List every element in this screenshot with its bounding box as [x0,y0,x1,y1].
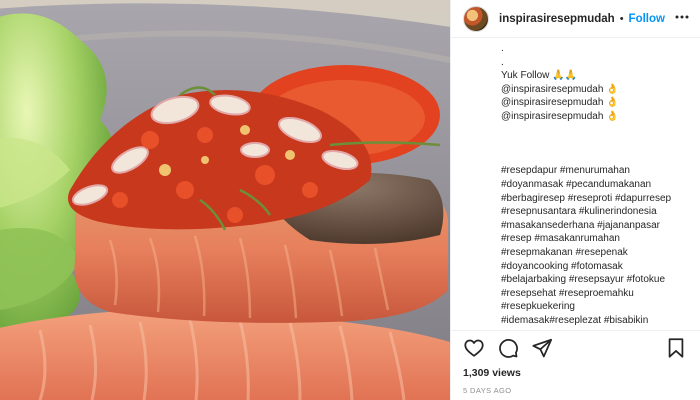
follow-button[interactable]: Follow [629,13,665,25]
share-icon[interactable] [531,337,555,361]
heart-icon[interactable] [463,337,487,361]
caption-mention[interactable]: @inspirasiresepmudah 👌 [501,83,689,97]
caption-mention[interactable]: @inspirasiresepmudah 👌 [501,110,689,124]
post-side-panel: inspirasiresepmudah • Follow . . Yuk Fol… [450,0,700,400]
header-separator: • [619,12,624,25]
hashtag-line[interactable]: #resepkuekering [501,300,689,314]
hashtag-line[interactable]: #resepnusantara #kulinerindonesia [501,205,689,219]
hashtag-line[interactable]: #resepmakanan #resepenak [501,246,689,260]
caption-dot-line: . [501,43,504,54]
avatar[interactable] [463,5,489,32]
hashtag-line[interactable]: #berbagiresep #reseproti #dapurresep [501,192,689,206]
views-count[interactable]: 1,309 views [463,367,689,379]
hashtag-line[interactable]: #resep #masakanrumahan [501,232,689,246]
instagram-post: inspirasiresepmudah • Follow . . Yuk Fol… [0,0,700,400]
caption-dot-line: . [501,56,504,68]
post-media[interactable] [0,0,450,400]
action-bar [463,337,689,361]
food-photo [0,0,450,400]
username-link[interactable]: inspirasiresepmudah [499,13,615,25]
post-caption: . . Yuk Follow 🙏🙏 @inspirasiresepmudah 👌… [451,38,700,330]
hashtag-line[interactable]: #resepdapur #menurumahan [501,164,689,178]
comment-icon[interactable] [497,337,521,361]
caption-follow-prompt: Yuk Follow 🙏🙏 [501,70,578,82]
post-timestamp[interactable]: 5 DAYS AGO [463,386,689,395]
post-actions: 1,309 views 5 DAYS AGO [451,330,700,400]
more-options-icon[interactable] [674,9,690,28]
post-header: inspirasiresepmudah • Follow [451,0,700,38]
hashtag-line[interactable]: #idemasak#reseplezat #bisabikin [501,314,689,328]
hashtag-line[interactable]: #resepsehat #reseproemahku [501,287,689,301]
hashtag-line[interactable]: #belajarbaking #resepsayur #fotokue [501,273,689,287]
caption-mention[interactable]: @inspirasiresepmudah 👌 [501,96,689,110]
hashtag-line[interactable]: #masakansederhana #jajananpasar [501,219,689,233]
hashtag-line[interactable]: #doyancooking #fotomasak [501,260,689,274]
bookmark-icon[interactable] [665,337,689,361]
hashtag-line[interactable]: #doyanmasak #pecandumakanan [501,178,689,192]
